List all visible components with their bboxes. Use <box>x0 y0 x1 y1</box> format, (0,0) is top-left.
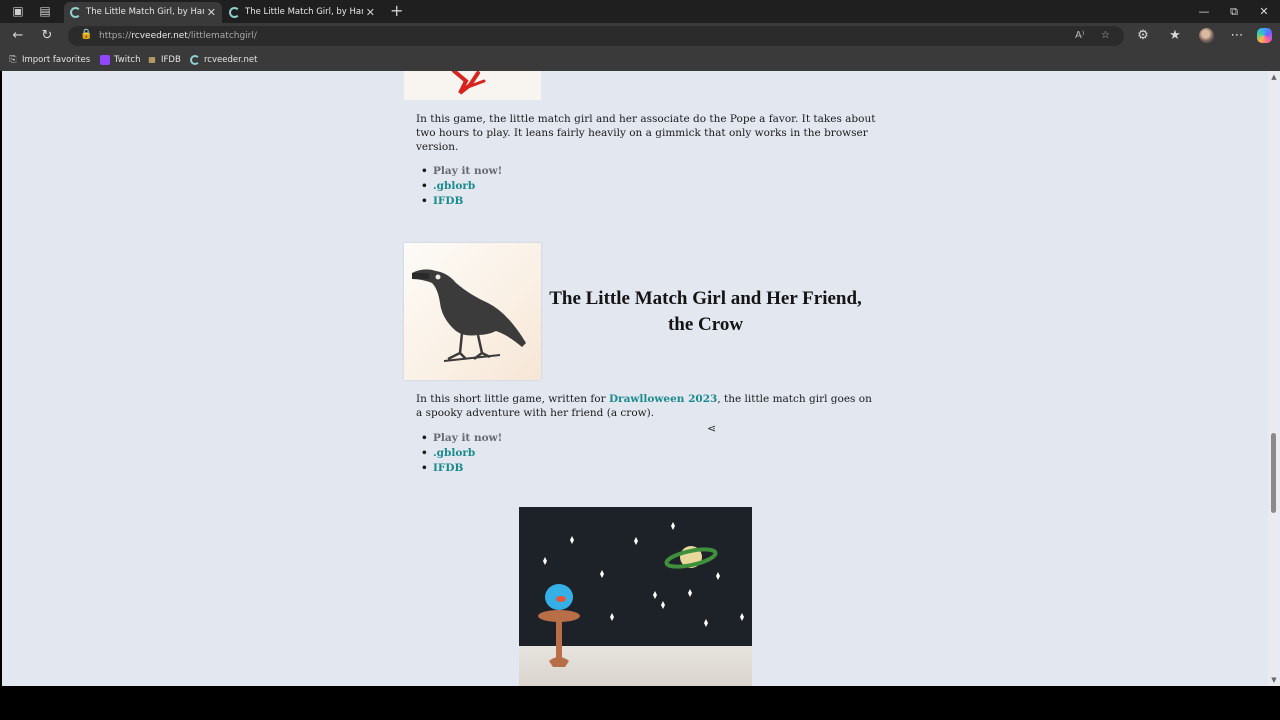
workspaces-icon[interactable]: ▣ <box>11 4 25 18</box>
minimize-button[interactable]: — <box>1188 0 1220 23</box>
description-text: In this short little game, written for <box>416 393 609 405</box>
crow-cover-image <box>404 243 541 380</box>
ifdb-icon: ▦ <box>148 55 156 64</box>
scroll-down-icon[interactable]: ▼ <box>1270 676 1278 684</box>
site-favicon-icon <box>229 7 240 18</box>
back-button[interactable]: ← <box>9 27 27 45</box>
ifdb-link[interactable]: IFDB <box>418 461 502 476</box>
lock-icon[interactable]: 🔒 <box>80 29 92 40</box>
restore-button[interactable]: ⧉ <box>1218 0 1250 23</box>
scroll-up-icon[interactable]: ▲ <box>1270 73 1278 81</box>
favorite-star-icon[interactable]: ☆ <box>1101 28 1110 44</box>
scrollbar-thumb[interactable] <box>1271 433 1276 513</box>
twitch-icon <box>100 55 110 65</box>
page-scrollbar[interactable]: ▲ ▼ <box>1268 71 1280 686</box>
tab-little-match-girl-1[interactable]: The Little Match Girl, by Hans Ch ✕ <box>64 2 222 23</box>
copilot-icon[interactable] <box>1257 28 1272 43</box>
tab-title: The Little Match Girl, by Hans Ch <box>86 7 204 17</box>
address-bar[interactable]: 🔒 https://rcveeder.net/littlematchgirl/ … <box>68 26 1124 46</box>
close-window-button[interactable]: ✕ <box>1248 0 1280 23</box>
extensions-icon[interactable]: ⚙ <box>1134 27 1152 45</box>
favorite-label: Twitch <box>114 55 141 65</box>
close-tab-icon[interactable]: ✕ <box>207 2 216 23</box>
read-aloud-icon[interactable]: A⁾ <box>1075 28 1084 44</box>
reload-button[interactable]: ↻ <box>38 27 56 45</box>
crow-icon <box>412 269 526 362</box>
favorite-label: Import favorites <box>22 55 91 65</box>
text-cursor-icon: ⋖ <box>707 422 717 435</box>
favorites-bar: ⎘ Import favorites Twitch ▦ IFDB rcveede… <box>0 49 1280 71</box>
game-links-list: Play it now! .gblorb IFDB <box>418 164 502 209</box>
drawlloween-link[interactable]: Drawlloween 2023 <box>609 393 717 405</box>
favorite-ifdb[interactable]: ▦ IFDB <box>147 49 181 71</box>
play-now-link[interactable]: Play it now! <box>418 431 502 446</box>
game-cover-image <box>404 71 541 100</box>
profile-avatar[interactable] <box>1199 28 1214 43</box>
site-favicon-icon <box>70 7 81 18</box>
tab-title: The Little Match Girl, by Hans Ch <box>245 7 363 17</box>
url-prefix: https:// <box>99 31 132 41</box>
page-viewport: In this game, the little match girl and … <box>2 71 1268 686</box>
favorite-label: IFDB <box>161 55 181 65</box>
navigation-bar: ← ↻ 🔒 https://rcveeder.net/littlematchgi… <box>0 23 1280 49</box>
game-description: In this game, the little match girl and … <box>416 113 876 153</box>
space-scene-image <box>519 507 752 686</box>
game-links-list: Play it now! .gblorb IFDB <box>418 431 502 476</box>
tab-strip: ▣ ▤ The Little Match Girl, by Hans Ch ✕ … <box>0 0 1280 23</box>
gblorb-download-link[interactable]: .gblorb <box>418 446 502 461</box>
favorite-import[interactable]: ⎘ Import favorites <box>8 49 90 71</box>
close-tab-icon[interactable]: ✕ <box>366 2 375 23</box>
url-host: rcveeder.net <box>131 31 188 41</box>
favorite-label: rcveeder.net <box>204 55 258 65</box>
url-path: /littlematchgirl/ <box>187 31 257 41</box>
tab-actions-icon[interactable]: ▤ <box>38 4 52 18</box>
ifdb-link[interactable]: IFDB <box>418 194 502 209</box>
favorite-rcveeder[interactable]: rcveeder.net <box>190 49 257 71</box>
url-text: https://rcveeder.net/littlematchgirl/ <box>99 26 257 46</box>
more-menu-icon[interactable]: ⋯ <box>1228 27 1246 45</box>
site-icon <box>190 55 200 65</box>
tab-little-match-girl-2[interactable]: The Little Match Girl, by Hans Ch ✕ <box>223 2 381 23</box>
taskbar-area <box>0 686 1280 720</box>
gblorb-download-link[interactable]: .gblorb <box>418 179 502 194</box>
game-description: In this short little game, written for D… <box>416 392 876 420</box>
import-icon: ⎘ <box>9 55 17 65</box>
game-title: The Little Match Girl and Her Friend, th… <box>549 288 862 335</box>
new-tab-button[interactable]: + <box>390 2 403 20</box>
play-now-link[interactable]: Play it now! <box>418 164 502 179</box>
favorite-twitch[interactable]: Twitch <box>100 49 141 71</box>
favorites-icon[interactable]: ★ <box>1166 27 1184 45</box>
